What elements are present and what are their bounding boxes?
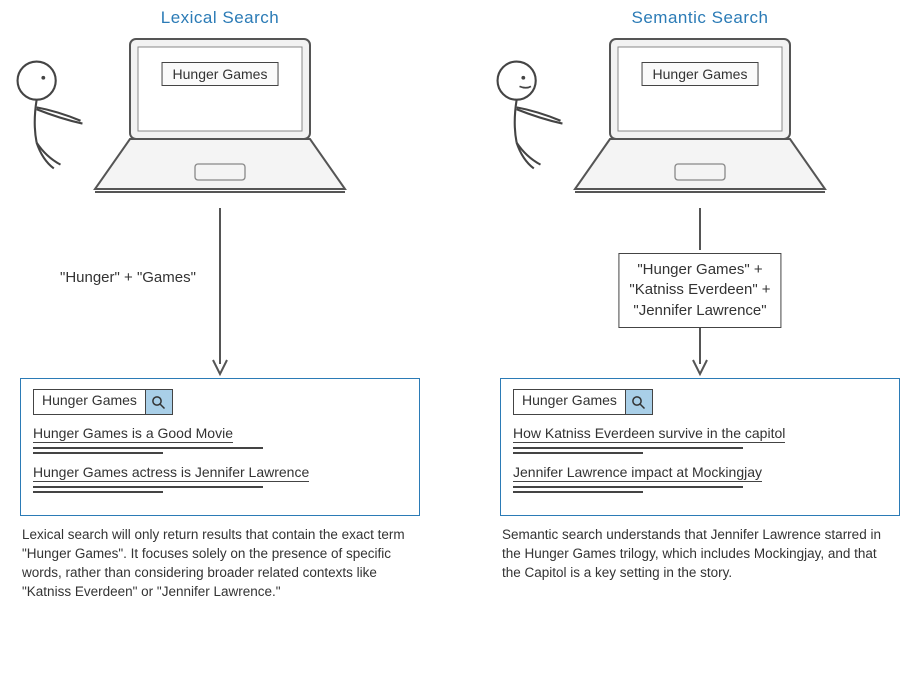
snippet-lines bbox=[513, 486, 887, 493]
search-icon bbox=[631, 395, 646, 410]
lexical-laptop: Hunger Games bbox=[20, 34, 420, 204]
semantic-search-button[interactable] bbox=[625, 389, 653, 415]
semantic-arrow-line3: "Jennifer Lawrence" bbox=[629, 301, 770, 321]
lexical-arrow-label: "Hunger" + "Games" bbox=[60, 268, 196, 288]
semantic-search-row: Hunger Games bbox=[513, 389, 887, 415]
result-title[interactable]: Hunger Games actress is Jennifer Lawrenc… bbox=[33, 464, 309, 482]
arrow-down-icon bbox=[208, 208, 232, 378]
semantic-arrow-line2: "Katniss Everdeen" + bbox=[629, 280, 770, 300]
person-icon bbox=[488, 52, 593, 186]
semantic-column: Semantic Search Hunger Games "Hu bbox=[500, 8, 900, 583]
lexical-search-input[interactable]: Hunger Games bbox=[33, 389, 145, 415]
semantic-caption: Semantic search understands that Jennife… bbox=[500, 526, 900, 583]
snippet-lines bbox=[33, 447, 407, 454]
lexical-title: Lexical Search bbox=[20, 8, 420, 28]
result-item: Hunger Games is a Good Movie bbox=[33, 425, 407, 454]
lexical-search-button[interactable] bbox=[145, 389, 173, 415]
search-icon bbox=[151, 395, 166, 410]
semantic-arrow-line1: "Hunger Games" + bbox=[629, 260, 770, 280]
result-item: Jennifer Lawrence impact at Mockingjay bbox=[513, 464, 887, 493]
lexical-arrow: "Hunger" + "Games" bbox=[20, 208, 420, 378]
lexical-column: Lexical Search Hunger Games "Hunger" + "… bbox=[20, 8, 420, 602]
snippet-lines bbox=[513, 447, 887, 454]
laptop-icon bbox=[75, 34, 365, 199]
person-icon bbox=[8, 52, 113, 186]
semantic-results-pane: Hunger Games How Katniss Everdeen surviv… bbox=[500, 378, 900, 516]
semantic-arrow-label: "Hunger Games" + "Katniss Everdeen" + "J… bbox=[618, 253, 781, 328]
lexical-caption: Lexical search will only return results … bbox=[20, 526, 420, 602]
lexical-search-row: Hunger Games bbox=[33, 389, 407, 415]
lexical-results-pane: Hunger Games Hunger Games is a Good Movi… bbox=[20, 378, 420, 516]
semantic-arrow: "Hunger Games" + "Katniss Everdeen" + "J… bbox=[500, 208, 900, 378]
snippet-lines bbox=[33, 486, 407, 493]
result-item: Hunger Games actress is Jennifer Lawrenc… bbox=[33, 464, 407, 493]
lexical-laptop-query: Hunger Games bbox=[162, 62, 279, 86]
result-title[interactable]: Hunger Games is a Good Movie bbox=[33, 425, 233, 443]
laptop-icon bbox=[555, 34, 845, 199]
result-title[interactable]: How Katniss Everdeen survive in the capi… bbox=[513, 425, 785, 443]
semantic-title: Semantic Search bbox=[500, 8, 900, 28]
semantic-laptop-query: Hunger Games bbox=[642, 62, 759, 86]
semantic-laptop: Hunger Games bbox=[500, 34, 900, 204]
result-item: How Katniss Everdeen survive in the capi… bbox=[513, 425, 887, 454]
semantic-search-input[interactable]: Hunger Games bbox=[513, 389, 625, 415]
result-title[interactable]: Jennifer Lawrence impact at Mockingjay bbox=[513, 464, 762, 482]
